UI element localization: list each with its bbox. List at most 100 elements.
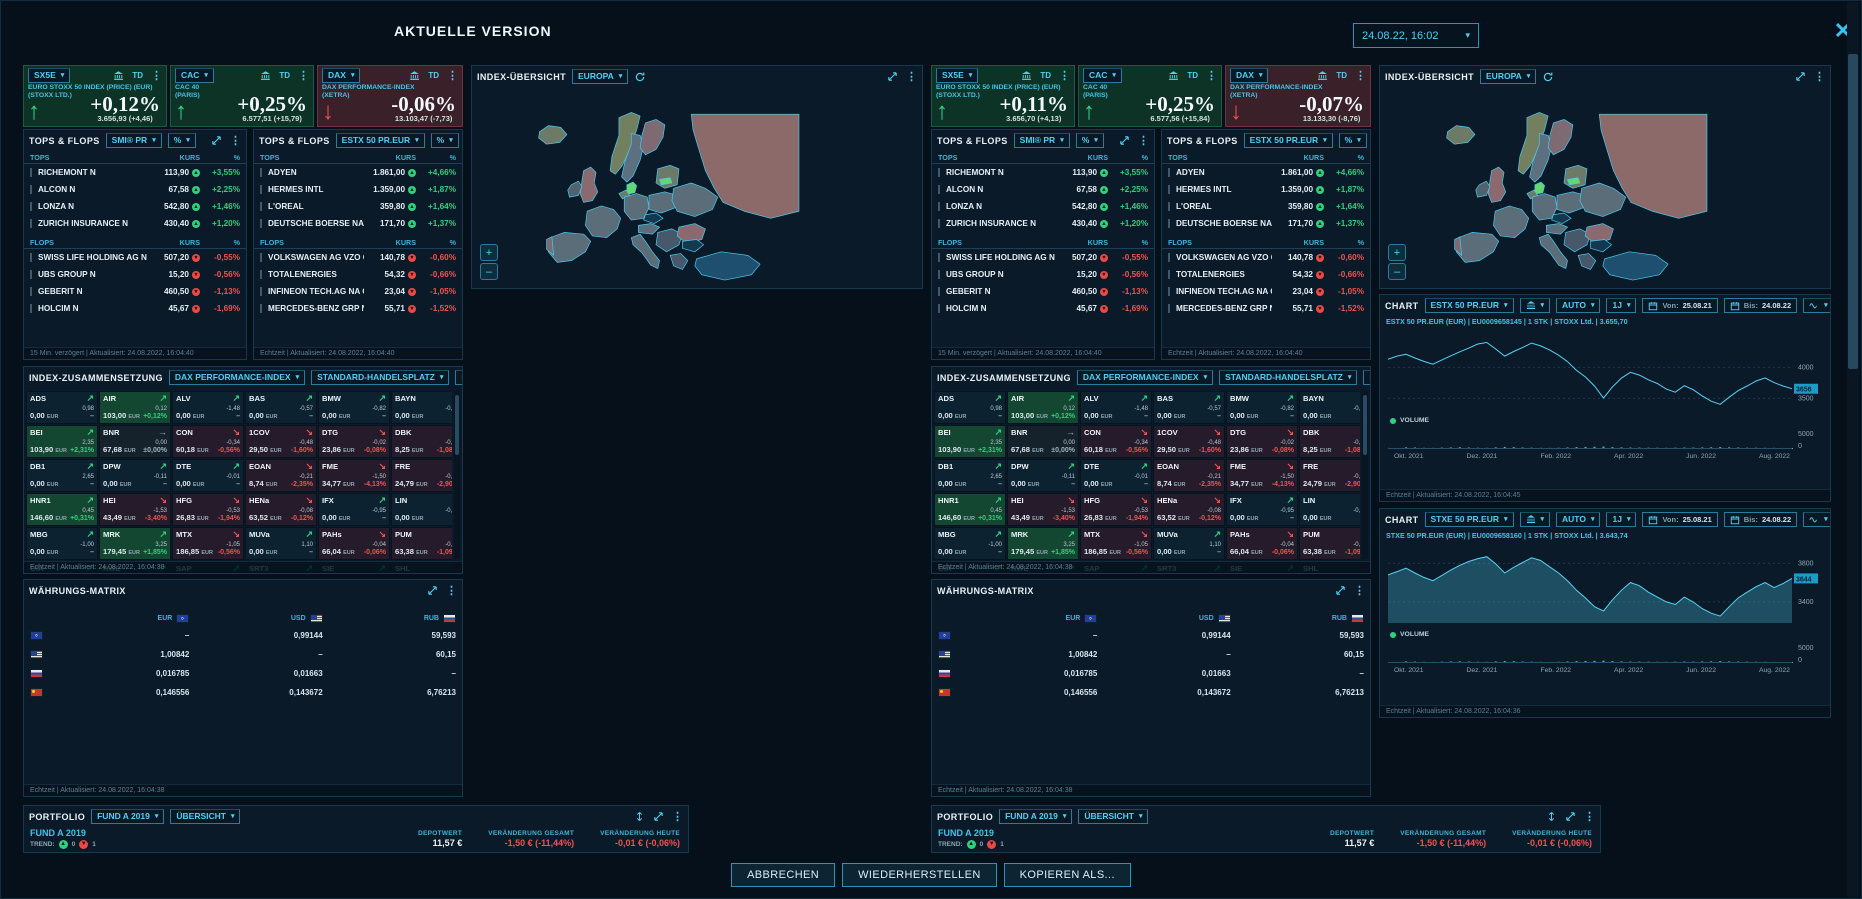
tops-flops-unit-selector[interactable]: %▾ (1339, 133, 1367, 148)
expand-icon[interactable] (1335, 585, 1346, 596)
composition-cell-mbg[interactable]: MBG↗0,00 EUR-1,00– (26, 527, 98, 560)
composition-cell-bnr[interactable]: BNR→67,68 EUR0,00±0,00% (99, 425, 171, 458)
instrument-row[interactable]: DEUTSCHE BOERSE NA O.N.171,70▲+1,37% (254, 215, 462, 232)
instrument-row[interactable]: ALCON N67,58▲+2,25% (932, 181, 1154, 198)
instrument-row[interactable]: HOLCIM N45,67▼-1,69% (932, 300, 1154, 317)
composition-cell-db1[interactable]: DB1↗0,00 EUR2,65– (26, 459, 98, 492)
chart-range-selector[interactable]: 1J▾ (1606, 512, 1636, 527)
version-date-selector[interactable]: 24.08.22, 16:02 ▾ (1353, 23, 1479, 48)
chart-mode-selector[interactable]: AUTO▾ (1556, 298, 1600, 313)
instrument-row[interactable]: ALCON N67,58▲+2,25% (24, 181, 246, 198)
resize-vertical-icon[interactable] (634, 811, 645, 822)
page-scrollbar[interactable] (1847, 2, 1859, 897)
index-tile-dax[interactable]: DAX▾TD⋮DAX PERFORMANCE-INDEX (XETRA)↓-0,… (317, 65, 463, 127)
drag-handle-icon[interactable] (260, 185, 262, 194)
index-symbol-selector[interactable]: CAC▾ (1083, 68, 1122, 83)
composition-cell-hei[interactable]: HEI↘43,49 EUR-1,53-3,40% (1007, 493, 1079, 526)
instrument-row[interactable]: ADYEN1.861,00▲+4,66% (254, 164, 462, 181)
kebab-menu-icon[interactable]: ⋮ (446, 586, 457, 596)
chart-style-selector[interactable]: ▾ (1803, 298, 1831, 313)
tops-flops-index-selector[interactable]: SMI® PR▾ (106, 133, 162, 148)
currency-row[interactable]: 0,0167850,01663– (938, 664, 1364, 683)
index-symbol-selector[interactable]: DAX▾ (1230, 68, 1268, 83)
composition-cell-lin[interactable]: LIN↗0,00 EUR-0,78– (1299, 493, 1360, 526)
drag-handle-icon[interactable] (1168, 253, 1170, 262)
map-region-selector[interactable]: EUROPA▾ (572, 69, 628, 84)
tops-flops-index-selector[interactable]: ESTX 50 PR.EUR▾ (336, 133, 425, 148)
grid-scrollbar[interactable] (454, 391, 460, 559)
composition-cell-db1[interactable]: DB1↗0,00 EUR2,65– (934, 459, 1006, 492)
composition-cell-dbk[interactable]: DBK↘8,25 EUR-0,09-1,08% (391, 425, 452, 458)
chart-instrument-selector[interactable]: ESTX 50 PR.EUR▾ (1425, 298, 1514, 313)
tops-flops-unit-selector[interactable]: %▾ (431, 133, 459, 148)
composition-cell-ads[interactable]: ADS↗0,00 EUR0,98– (934, 391, 1006, 424)
kebab-menu-icon[interactable]: ⋮ (447, 71, 458, 81)
scrollbar-thumb[interactable] (1848, 54, 1858, 369)
index-tile-cac[interactable]: CAC▾TD⋮CAC 40 (PARIS)↑+0,25%6.577,51 (+1… (170, 65, 314, 127)
index-symbol-selector[interactable]: SX5E▾ (936, 68, 978, 83)
map-zoom-in-button[interactable]: + (480, 244, 498, 261)
chart-date-from[interactable]: Von:25.08.21 (1642, 298, 1717, 313)
instrument-row[interactable]: ZURICH INSURANCE N430,40▲+1,20% (24, 215, 246, 232)
map-zoom-out-button[interactable]: – (480, 263, 498, 280)
composition-cell-1cov[interactable]: 1COV↘29,50 EUR-0,48-1,60% (1153, 425, 1225, 458)
europe-map[interactable] (1414, 107, 1714, 289)
composition-cell-fre[interactable]: FRE↘24,79 EUR-0,74-2,90% (391, 459, 452, 492)
drag-handle-icon[interactable] (260, 168, 262, 177)
currency-row[interactable]: –0,9914459,593 (30, 626, 456, 645)
drag-handle-icon[interactable] (1168, 168, 1170, 177)
composition-cell-hei[interactable]: HEI↘43,49 EUR-1,53-3,40% (99, 493, 171, 526)
instrument-row[interactable]: SWISS LIFE HOLDING AG N507,20▼-0,55% (24, 249, 246, 266)
expand-icon[interactable] (1119, 135, 1130, 146)
kebab-menu-icon[interactable]: ⋮ (1059, 71, 1070, 81)
composition-cell-dte[interactable]: DTE↗0,00 EUR-0,01– (1080, 459, 1152, 492)
drag-handle-icon[interactable] (30, 202, 32, 211)
kebab-menu-icon[interactable]: ⋮ (1355, 71, 1366, 81)
composition-cell-hnr1[interactable]: HNR1↗146,60 EUR0,45+0,31% (26, 493, 98, 526)
map-region-selector[interactable]: EUROPA▾ (1480, 69, 1536, 84)
instrument-row[interactable]: TOTALENERGIES54,32▼-0,66% (254, 266, 462, 283)
instrument-row[interactable]: RICHEMONT N113,90▲+3,55% (24, 164, 246, 181)
instrument-row[interactable]: INFINEON TECH.AG NA O.N.23,04▼-1,05% (1162, 283, 1370, 300)
composition-cell-pahs[interactable]: PAHs↘66,04 EUR-0,04-0,06% (318, 527, 390, 560)
instrument-row[interactable]: SWISS LIFE HOLDING AG N507,20▼-0,55% (932, 249, 1154, 266)
instrument-row[interactable]: GEBERIT N460,50▼-1,13% (24, 283, 246, 300)
instrument-row[interactable]: LONZA N542,80▲+1,46% (24, 198, 246, 215)
drag-handle-icon[interactable] (30, 270, 32, 279)
drag-handle-icon[interactable] (938, 287, 940, 296)
chart-date-to[interactable]: Bis:24.08.22 (1724, 298, 1797, 313)
index-tile-cac[interactable]: CAC▾TD⋮CAC 40 (PARIS)↑+0,25%6.577,56 (+1… (1078, 65, 1222, 127)
index-symbol-selector[interactable]: CAC▾ (175, 68, 214, 83)
expand-icon[interactable] (1795, 71, 1806, 82)
instrument-row[interactable]: MERCEDES-BENZ GRP NA O.N.55,71▼-1,52% (254, 300, 462, 317)
drag-handle-icon[interactable] (938, 202, 940, 211)
composition-cell-hfg[interactable]: HFG↘26,83 EUR-0,53-1,94% (1080, 493, 1152, 526)
composition-cell-bas[interactable]: BAS↗0,00 EUR-0,57– (245, 391, 317, 424)
composition-cell-air[interactable]: AIR↗103,00 EUR0,12+0,12% (1007, 391, 1079, 424)
grid-scrollbar[interactable] (1362, 391, 1368, 559)
drag-handle-icon[interactable] (938, 219, 940, 228)
drag-handle-icon[interactable] (1168, 202, 1170, 211)
instrument-row[interactable]: RICHEMONT N113,90▲+3,55% (932, 164, 1154, 181)
index-tile-sx5e[interactable]: SX5E▾TD⋮EURO STOXX 50 INDEX (PRICE) (EUR… (931, 65, 1075, 127)
composition-cell-dtg[interactable]: DTG↘23,86 EUR-0,02-0,08% (1226, 425, 1298, 458)
drag-handle-icon[interactable] (1168, 304, 1170, 313)
composition-cell-muva[interactable]: MUVa↗0,00 EUR1,10– (245, 527, 317, 560)
fund-name-link[interactable]: FUND A 2019 (30, 828, 160, 838)
currency-row[interactable]: 0,1465560,1436726,76213 (938, 683, 1364, 702)
index-symbol-selector[interactable]: DAX▾ (322, 68, 360, 83)
composition-cell-fre[interactable]: FRE↘24,79 EUR-0,74-2,90% (1299, 459, 1360, 492)
composition-cell-air[interactable]: AIR↗103,00 EUR0,12+0,12% (99, 391, 171, 424)
chart-mode-selector[interactable]: AUTO▾ (1556, 512, 1600, 527)
composition-cell-mtx[interactable]: MTX↘186,85 EUR-1,05-0,56% (1080, 527, 1152, 560)
instrument-row[interactable]: LONZA N542,80▲+1,46% (932, 198, 1154, 215)
composition-cell-bmw[interactable]: BMW↗0,00 EUR-0,82– (1226, 391, 1298, 424)
chart-date-to[interactable]: Bis:24.08.22 (1724, 512, 1797, 527)
instrument-row[interactable]: HERMES INTL1.359,00▲+1,87% (254, 181, 462, 198)
instrument-row[interactable]: UBS GROUP N15,20▼-0,56% (932, 266, 1154, 283)
drag-handle-icon[interactable] (260, 219, 262, 228)
index-tile-sx5e[interactable]: SX5E▾TD⋮EURO STOXX 50 INDEX (PRICE) (EUR… (23, 65, 167, 127)
chart-venue-selector[interactable]: ▾ (1520, 298, 1551, 313)
currency-row[interactable]: 0,0167850,01663– (30, 664, 456, 683)
composition-cell-bas[interactable]: BAS↗0,00 EUR-0,57– (1153, 391, 1225, 424)
